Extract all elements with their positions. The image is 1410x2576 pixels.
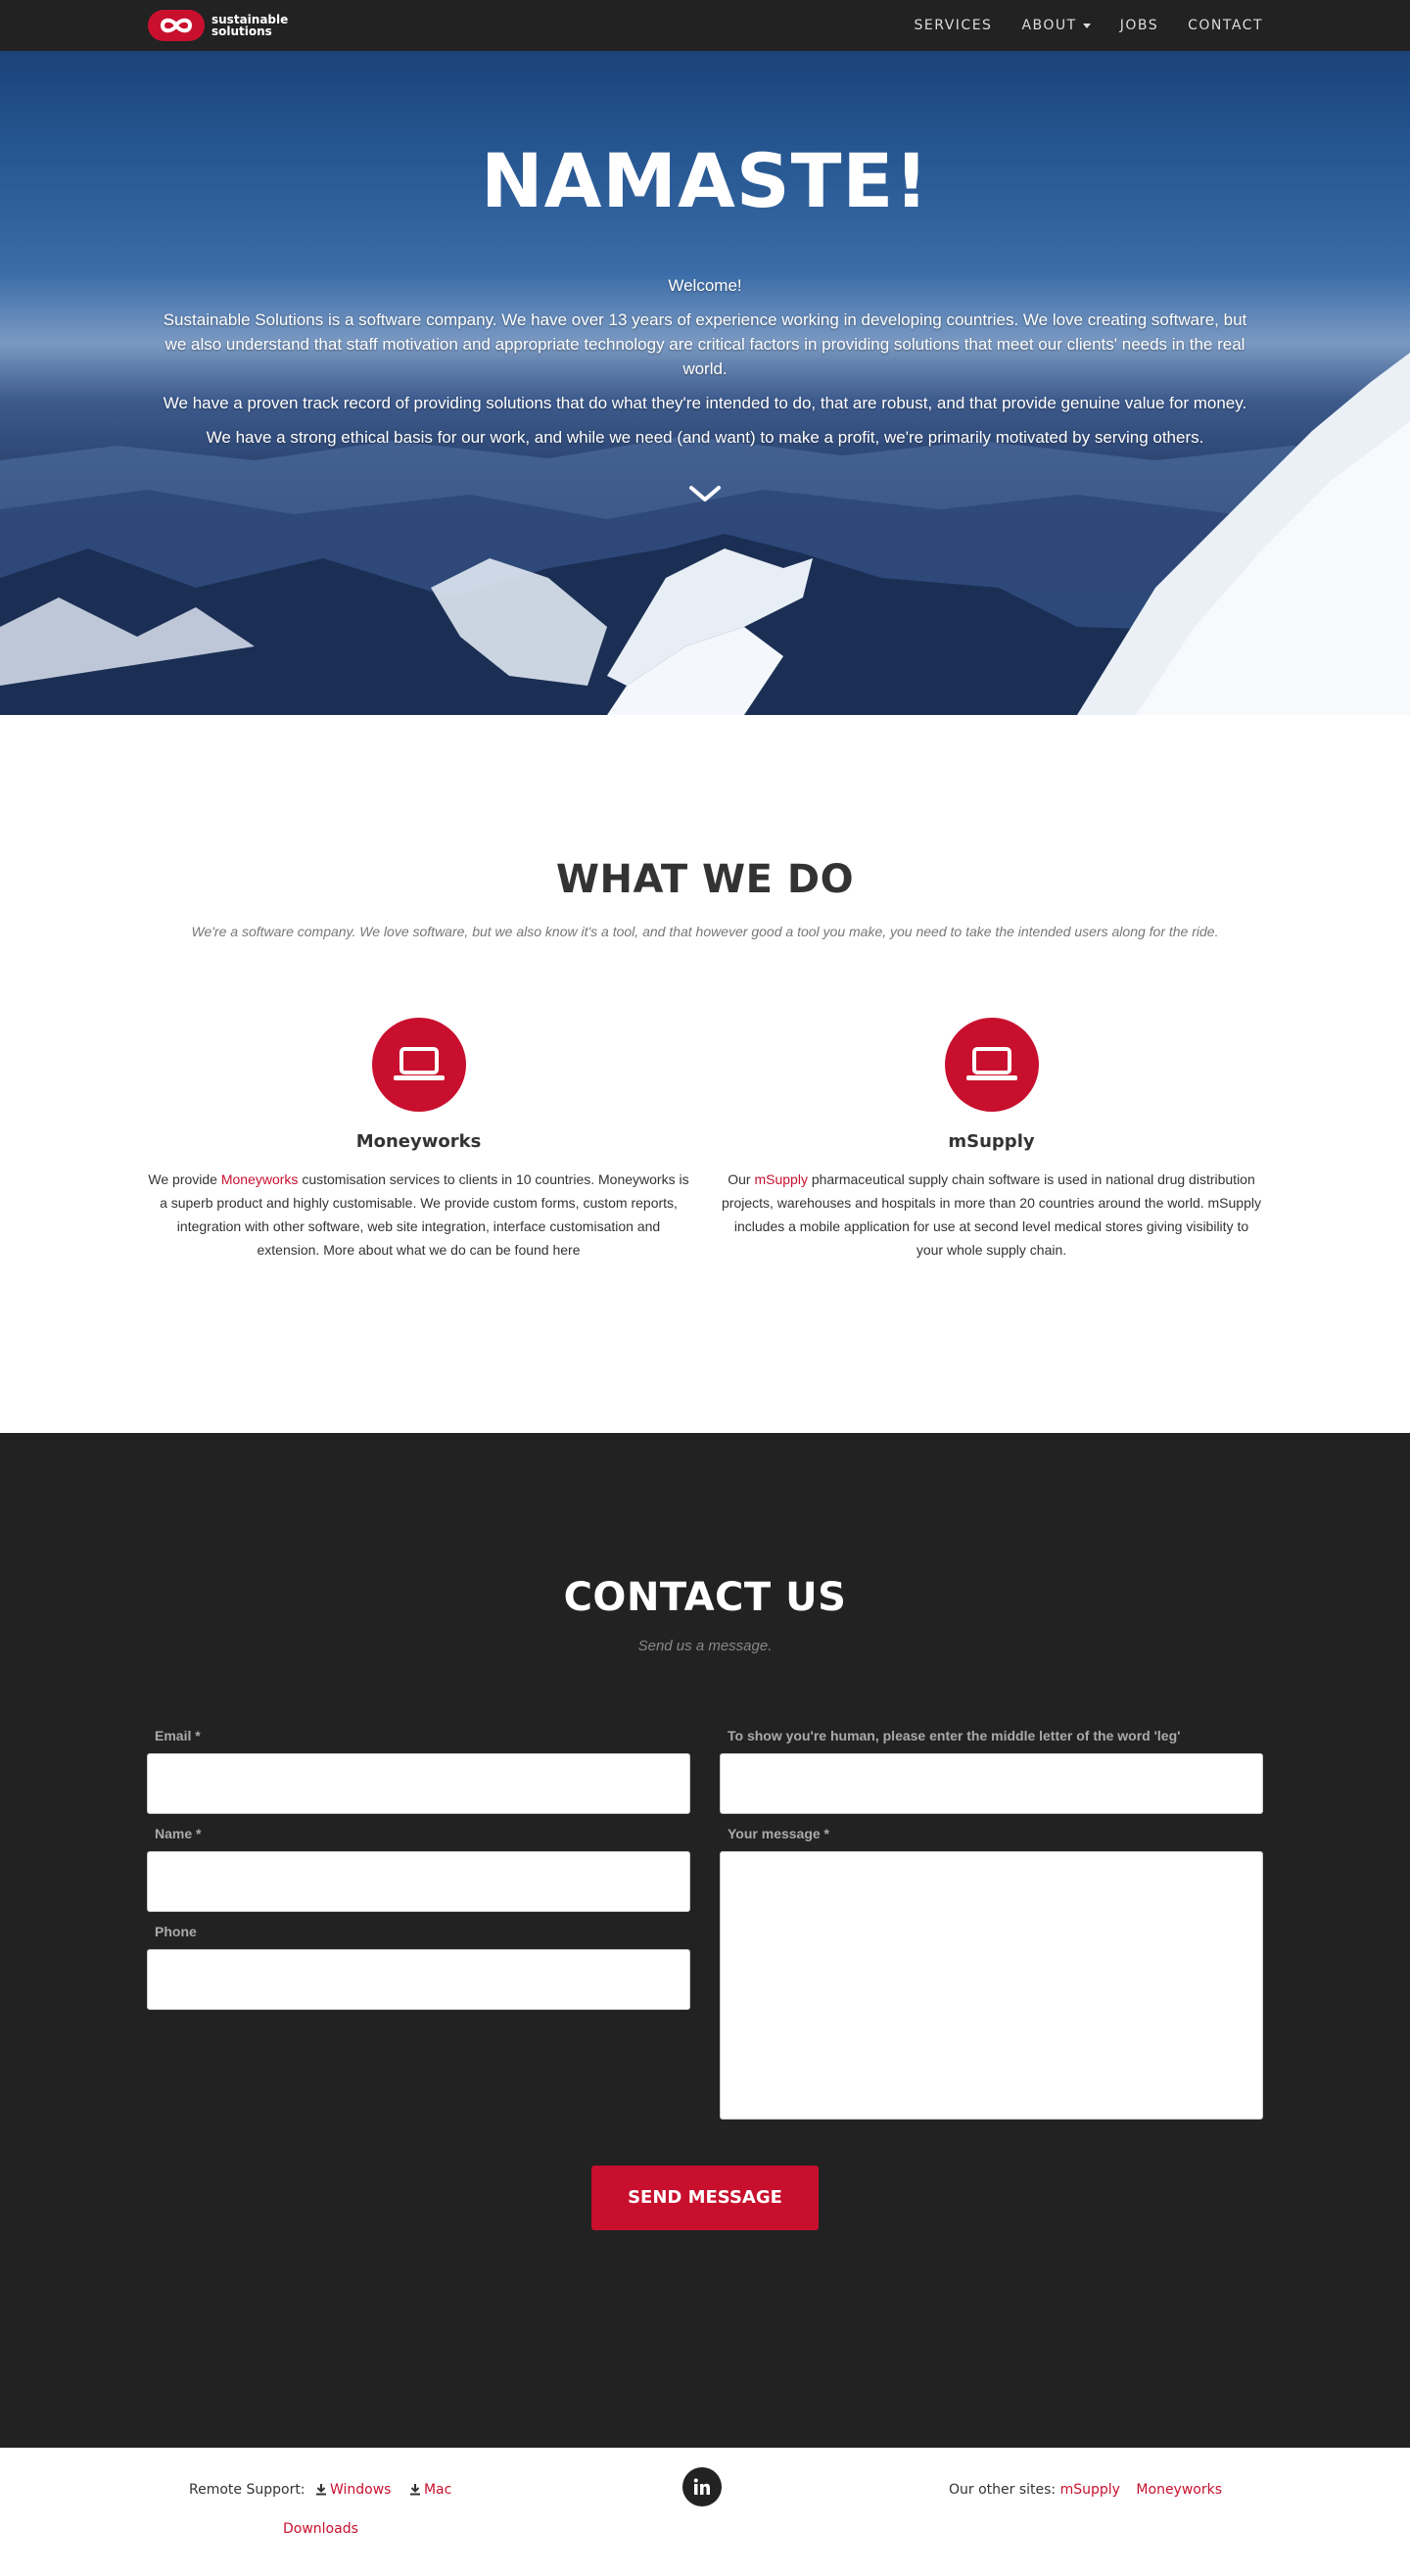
service-msupply: mSupply Our mSupply pharmaceutical suppl… <box>705 1018 1278 1262</box>
phone-group: Phone <box>147 1924 690 2010</box>
navbar: sustainable solutions SERVICES ABOUT JOB… <box>0 0 1410 51</box>
phone-label: Phone <box>155 1924 197 1939</box>
captcha-field[interactable] <box>720 1753 1263 1814</box>
form-left-column: Email * Name * Phone <box>132 1728 705 2131</box>
service-text-moneyworks: We provide Moneyworks customisation serv… <box>147 1168 690 1262</box>
services-section: WHAT WE DO We're a software company. We … <box>0 715 1410 1433</box>
service-icon-circle <box>371 1018 466 1112</box>
linkedin-icon <box>693 2478 710 2495</box>
service-text-pre: Our <box>728 1171 755 1187</box>
downloads-link[interactable]: Downloads <box>283 2521 358 2537</box>
other-sites: Our other sites: mSupply Moneyworks <box>949 2482 1222 2498</box>
services-subtitle: We're a software company. We love softwa… <box>191 924 1219 939</box>
laptop-icon <box>393 1047 445 1080</box>
remote-support-label: Remote Support: <box>189 2482 306 2498</box>
nav-link-about[interactable]: ABOUT <box>1021 18 1091 33</box>
moneyworks-site-link[interactable]: Moneyworks <box>1136 2482 1222 2498</box>
footer: Remote Support: Windows Mac Downloads Ou… <box>0 2448 1410 2556</box>
infinity-logo-icon <box>148 10 205 41</box>
message-group: Your message * <box>720 1826 1263 2120</box>
contact-subtitle: Send us a message. <box>637 1638 773 1654</box>
name-group: Name * <box>147 1826 690 1912</box>
nav-link-about-label: ABOUT <box>1021 18 1077 33</box>
download-icon <box>315 2484 326 2496</box>
hero-paragraph-3: We have a strong ethical basis for our w… <box>206 428 1204 447</box>
hero-section: NAMASTE! Welcome! Sustainable Solutions … <box>0 0 1410 715</box>
laptop-icon <box>965 1047 1017 1080</box>
msupply-link[interactable]: mSupply <box>754 1171 807 1187</box>
nav-links: SERVICES ABOUT JOBS CONTACT <box>915 18 1263 33</box>
phone-field[interactable] <box>147 1949 690 2010</box>
downloads-row: Downloads <box>283 2521 358 2537</box>
other-sites-label: Our other sites: <box>949 2482 1057 2498</box>
service-title-moneyworks: Moneyworks <box>355 1131 482 1152</box>
service-text-msupply: Our mSupply pharmaceutical supply chain … <box>720 1168 1263 1262</box>
send-message-button[interactable]: SEND MESSAGE <box>591 2166 819 2230</box>
email-group: Email * <box>147 1728 690 1814</box>
hero-content: NAMASTE! Welcome! Sustainable Solutions … <box>0 137 1410 459</box>
service-title-msupply: mSupply <box>948 1131 1035 1152</box>
email-field[interactable] <box>147 1753 690 1814</box>
email-label: Email * <box>155 1728 201 1743</box>
contact-title: CONTACT US <box>563 1575 847 1620</box>
hero-title: NAMASTE! <box>480 137 930 224</box>
services-row: Moneyworks We provide Moneyworks customi… <box>132 1018 1278 1262</box>
download-icon <box>409 2484 420 2496</box>
form-right-column: To show you're human, please enter the m… <box>705 1728 1278 2131</box>
contact-section: CONTACT US Send us a message. Email * Na… <box>0 1433 1410 2448</box>
brand-name: sustainable solutions <box>212 14 288 37</box>
remote-support: Remote Support: Windows Mac <box>189 2482 451 2498</box>
name-field[interactable] <box>147 1851 690 1912</box>
moneyworks-link[interactable]: Moneyworks <box>221 1171 299 1187</box>
service-icon-circle <box>944 1018 1039 1112</box>
hero-paragraph-2: We have a proven track record of providi… <box>163 394 1247 412</box>
brand-line-2: solutions <box>212 24 272 38</box>
captcha-group: To show you're human, please enter the m… <box>720 1728 1263 1814</box>
caret-down-icon <box>1082 23 1091 28</box>
contact-form: Email * Name * Phone To show you're huma… <box>132 1728 1278 2131</box>
hero-paragraph-1: Sustainable Solutions is a software comp… <box>163 310 1247 378</box>
nav-link-jobs[interactable]: JOBS <box>1120 18 1158 33</box>
nav-link-services[interactable]: SERVICES <box>915 18 993 33</box>
msupply-site-link[interactable]: mSupply <box>1060 2482 1120 2498</box>
hero-welcome: Welcome! <box>668 276 742 295</box>
linkedin-button[interactable] <box>682 2467 722 2506</box>
service-text-pre: We provide <box>148 1171 221 1187</box>
captcha-label: To show you're human, please enter the m… <box>728 1728 1181 1743</box>
brand-logo-link[interactable]: sustainable solutions <box>147 8 288 43</box>
chevron-down-icon[interactable] <box>685 480 725 507</box>
message-textarea[interactable] <box>720 1851 1263 2120</box>
mac-download-link[interactable]: Mac <box>424 2482 451 2498</box>
services-title: WHAT WE DO <box>555 857 855 902</box>
windows-download-link[interactable]: Windows <box>330 2482 392 2498</box>
nav-link-contact[interactable]: CONTACT <box>1188 18 1263 33</box>
service-moneyworks: Moneyworks We provide Moneyworks customi… <box>132 1018 705 1262</box>
message-label: Your message * <box>728 1826 830 1841</box>
name-label: Name * <box>155 1826 202 1841</box>
